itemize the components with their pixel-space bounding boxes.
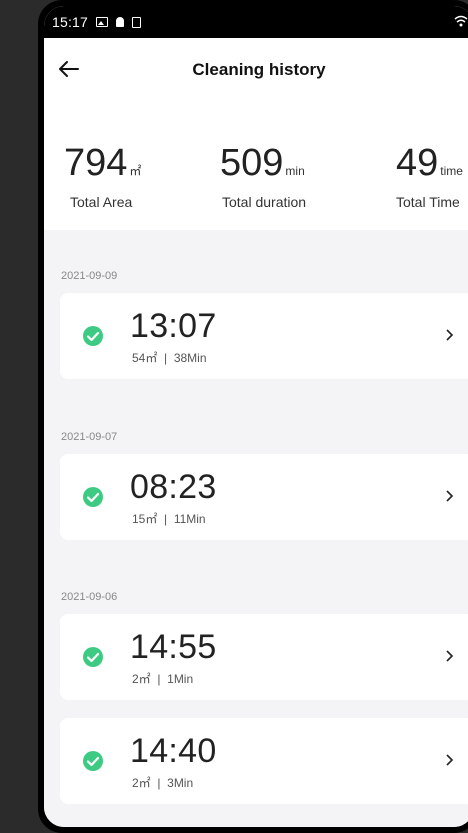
chevron-right-icon [446,754,454,766]
check-circle-icon [83,647,103,667]
stat-total-duration: 509 min Total duration [220,144,306,210]
check-circle-icon [83,326,103,346]
stats-summary: 794 ㎡ Total Area 509 min Total duration 49… [44,102,468,224]
back-arrow-icon[interactable] [56,56,82,82]
history-item[interactable]: 13:07 54㎡ | 38Min [60,293,468,379]
stat-unit: min [285,164,305,178]
phone-screen: 15:17 Cleaning history 794 ㎡ Total Area 5… [44,6,468,827]
history-time: 14:55 [130,628,217,666]
clipboard-icon [132,16,142,28]
stat-unit: time [440,164,463,178]
history-date: 2021-09-09 [61,270,118,282]
status-time: 15:17 [52,14,89,30]
app-header: Cleaning history [44,38,468,102]
chevron-right-icon [446,490,454,502]
history-duration: 1Min [167,672,194,686]
history-list: 2021-09-09 13:07 54㎡ | 38Min 2021-09-07 … [44,230,468,827]
check-circle-icon [83,487,103,507]
history-date: 2021-09-07 [61,431,118,443]
stat-value: 49 [396,142,439,184]
page-title: Cleaning history [192,60,326,79]
history-area: 2㎡ [132,776,151,790]
history-area: 54㎡ [132,351,158,365]
stat-total-time: 49 time Total Time [396,144,463,210]
history-duration: 11Min [173,512,206,526]
history-time: 08:23 [130,468,217,506]
stat-label: Total Area [70,194,133,210]
history-time: 14:40 [130,732,217,770]
history-meta: 2㎡ | 3Min [132,776,194,790]
notification-icon [116,17,125,27]
history-duration: 3Min [167,776,194,790]
chevron-right-icon [446,329,454,341]
history-meta: 2㎡ | 1Min [132,672,194,686]
history-meta: 54㎡ | 38Min [132,351,207,365]
history-item[interactable]: 14:40 2㎡ | 3Min [60,718,468,804]
history-area: 15㎡ [132,512,158,526]
history-duration: 38Min [173,351,207,365]
history-time: 13:07 [130,307,217,345]
history-meta: 15㎡ | 11Min [132,512,206,526]
chevron-right-icon [446,650,454,662]
wifi-icon [454,15,468,27]
stat-value: 794 [64,142,128,184]
check-circle-icon [83,751,103,771]
stat-unit: ㎡ [129,164,142,178]
history-date: 2021-09-06 [61,591,118,603]
stat-total-area: 794 ㎡ Total Area [64,144,141,210]
stat-value: 509 [220,142,284,184]
history-item[interactable]: 14:55 2㎡ | 1Min [60,614,468,700]
history-item[interactable]: 08:23 15㎡ | 11Min [60,454,468,540]
stat-label: Total duration [222,194,307,210]
stat-label: Total Time [396,194,460,210]
gallery-icon [96,17,109,27]
history-area: 2㎡ [132,672,151,686]
status-bar: 15:17 [44,6,468,38]
